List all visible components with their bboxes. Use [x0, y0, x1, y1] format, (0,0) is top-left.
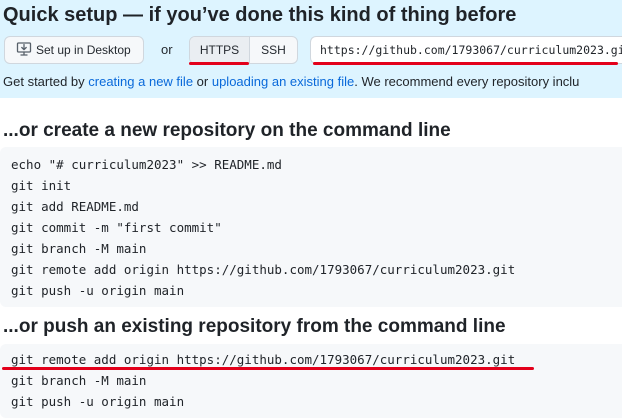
quick-setup-panel: Quick setup — if you’ve done this kind o…	[0, 0, 622, 98]
push-existing-repo-code-block[interactable]: git remote add origin https://github.com…	[0, 344, 622, 418]
getting-started-prefix: Get started by	[3, 74, 89, 89]
https-button[interactable]: HTTPS	[190, 37, 250, 63]
remote-add-annotation-underline	[2, 367, 534, 370]
getting-started-or: or	[193, 74, 212, 89]
quick-setup-title: Quick setup — if you’ve done this kind o…	[3, 4, 517, 26]
getting-started-text: Get started by creating a new file or up…	[3, 74, 579, 89]
create-new-file-link[interactable]: creating a new file	[88, 74, 193, 89]
code-line: git remote add origin https://github.com…	[11, 262, 516, 277]
ssh-button[interactable]: SSH	[250, 37, 297, 63]
code-line: git commit -m "first commit"	[11, 220, 222, 235]
getting-started-suffix: . We recommend every repository inclu	[354, 74, 580, 89]
clone-url-input[interactable]: https://github.com/1793067/curriculum202…	[310, 36, 622, 64]
https-annotation-underline	[189, 62, 249, 65]
code-line: git branch -M main	[11, 373, 147, 388]
protocol-selector: HTTPS SSH	[189, 36, 298, 64]
code-line: git push -u origin main	[11, 283, 185, 298]
set-up-in-desktop-button[interactable]: Set up in Desktop	[4, 36, 144, 64]
create-repo-code-block[interactable]: echo "# curriculum2023" >> README.md git…	[0, 147, 622, 307]
code-line: git add README.md	[11, 199, 139, 214]
code-line: git branch -M main	[11, 241, 147, 256]
set-up-in-desktop-label: Set up in Desktop	[36, 43, 131, 57]
code-line: echo "# curriculum2023" >> README.md	[11, 157, 282, 172]
code-line: git push -u origin main	[11, 394, 185, 409]
code-line: git init	[11, 178, 72, 193]
create-repo-heading: ...or create a new repository on the com…	[3, 120, 451, 141]
url-annotation-underline	[313, 62, 618, 65]
desktop-download-icon	[16, 41, 36, 60]
push-existing-repo-heading: ...or push an existing repository from t…	[3, 316, 506, 337]
upload-existing-file-link[interactable]: uploading an existing file	[212, 74, 354, 89]
or-label: or	[161, 42, 173, 57]
